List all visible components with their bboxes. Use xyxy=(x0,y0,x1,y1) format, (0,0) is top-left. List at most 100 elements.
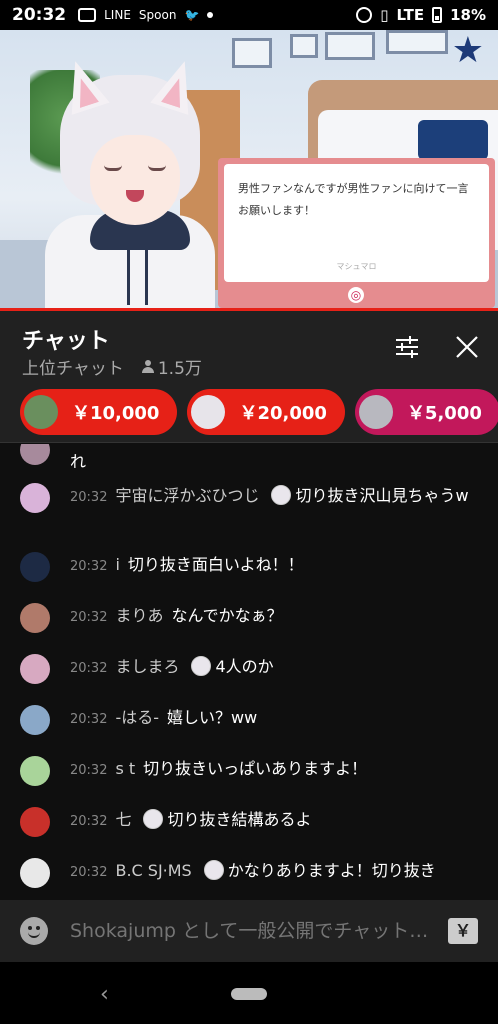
superchat-chip[interactable]: ￥5,000 xyxy=(354,388,498,435)
chat-title: チャット xyxy=(22,329,110,354)
superchat-amount: ￥5,000 xyxy=(406,402,482,424)
chat-input-bar: ￥ xyxy=(0,900,498,962)
avatar xyxy=(20,483,50,513)
chat-message: 20:32 s t 切り抜きいっぱいありますよ！ xyxy=(0,755,498,786)
notification-icons: LINE Spoon 🐦 xyxy=(78,8,214,22)
avatar xyxy=(20,654,50,684)
avatar xyxy=(20,858,50,888)
message-text: 切り抜き面白いよね！！ xyxy=(127,555,304,574)
message-text: れ xyxy=(70,452,87,471)
message-time: 20:32 xyxy=(70,712,108,727)
message-time: 20:32 xyxy=(70,814,108,829)
message-text: 切り抜き結構あるよ xyxy=(167,810,312,829)
vibrate-icon: ▯ xyxy=(380,6,389,24)
wall-window xyxy=(386,30,448,54)
close-chat-button[interactable] xyxy=(453,333,481,361)
avatar-face xyxy=(90,135,180,225)
message-author[interactable]: s t xyxy=(115,759,135,778)
chat-filter-button[interactable] xyxy=(393,333,421,361)
tune-icon xyxy=(396,336,418,358)
emote-icon xyxy=(203,860,224,880)
chat-message: 20:32 宇宙に浮かぶひつじ 切り抜き沢山見ちゃうw xyxy=(0,482,498,513)
message-time: 20:32 xyxy=(70,490,108,505)
message-time: 20:32 xyxy=(70,559,108,574)
line-icon: LINE xyxy=(104,8,131,22)
marshmallow-icon: ◎ xyxy=(346,285,366,305)
chat-message: れ xyxy=(0,444,498,476)
chat-message: 20:32 まりあ なんでかなぁ？ xyxy=(0,602,498,633)
superchat-chip[interactable]: ￥20,000 xyxy=(187,388,345,435)
message-author[interactable]: まりあ xyxy=(115,606,163,625)
avatar xyxy=(20,705,50,735)
star-icon: ★ xyxy=(451,30,484,71)
super-chat-button[interactable]: ￥ xyxy=(448,918,478,944)
status-time: 20:32 xyxy=(12,5,67,25)
superchat-avatar xyxy=(191,394,226,429)
chat-message-list[interactable]: れ 20:32 宇宙に浮かぶひつじ 切り抜き沢山見ちゃうw 20:32 i 切り抜き面白… xyxy=(0,444,498,900)
message-text: 4人のか xyxy=(215,657,274,676)
superchat-avatar xyxy=(358,394,393,429)
close-icon xyxy=(456,336,478,358)
message-text: かなりありますよ！切り抜き xyxy=(227,861,436,880)
chat-message: 20:32 -はる- 嬉しい？ww xyxy=(0,704,498,735)
wall-poster xyxy=(325,32,375,60)
marshmallow-card: 男性ファンなんですが男性ファンに向けて一言お願いします！ マシュマロ ◎ xyxy=(218,158,495,308)
emote-icon xyxy=(271,485,292,505)
status-right: ▯ LTE 18% xyxy=(356,6,486,24)
message-time: 20:32 xyxy=(70,610,108,625)
gallery-icon xyxy=(78,8,97,22)
superchat-ticker: ￥10,000 ￥20,000 ￥5,000 ゆ xyxy=(0,381,498,443)
emote-icon xyxy=(191,656,212,676)
status-bar: 20:32 LINE Spoon 🐦 ▯ LTE 18% xyxy=(0,0,498,30)
avatar xyxy=(20,603,50,633)
message-author[interactable]: 宇宙に浮かぶひつじ xyxy=(115,486,259,505)
alarm-icon xyxy=(356,7,373,23)
chat-message: 20:32 ましまろ 4人のか xyxy=(0,653,498,684)
message-text: なんでかなぁ？ xyxy=(171,606,283,625)
chat-message: 20:32 i 切り抜き面白いよね！！ xyxy=(0,551,498,582)
home-pill-icon[interactable] xyxy=(231,988,267,1000)
chat-header: チャット 上位チャット 1.5万 xyxy=(0,311,498,381)
vtuber-avatar xyxy=(45,65,215,310)
marshmallow-text: 男性ファンなんですが男性ファンに向けて一言お願いします！ xyxy=(238,182,469,217)
message-text: 切り抜き沢山見ちゃうw xyxy=(295,486,469,505)
message-time: 20:32 xyxy=(70,763,108,778)
back-icon[interactable]: ‹ xyxy=(100,982,109,1007)
message-author[interactable]: ましまろ xyxy=(115,657,179,676)
message-time: 20:32 xyxy=(70,661,108,676)
chat-mode-label[interactable]: 上位チャット xyxy=(22,354,124,379)
marshmallow-signature: マシュマロ xyxy=(336,262,377,271)
message-time: 20:32 xyxy=(70,865,108,880)
viewer-count: 1.5万 xyxy=(141,354,202,379)
message-author[interactable]: i xyxy=(115,555,119,574)
spoon-icon: Spoon xyxy=(138,8,177,22)
emote-icon xyxy=(143,809,164,829)
superchat-avatar xyxy=(24,394,58,429)
video-player[interactable]: ★ 男性ファンなんですが男性ファンに向けて一言お願いします！ マシュマロ ◎ xyxy=(0,30,498,310)
message-author[interactable]: B.C SJ·MS xyxy=(115,861,191,880)
emoji-icon[interactable] xyxy=(20,917,48,945)
message-text: 嬉しい？ww xyxy=(167,708,258,727)
viewer-count-label: 1.5万 xyxy=(157,359,202,379)
chat-input[interactable] xyxy=(70,920,448,942)
avatar xyxy=(20,756,50,786)
network-label: LTE xyxy=(396,6,425,24)
message-author[interactable]: 七 xyxy=(115,810,131,829)
battery-icon xyxy=(432,7,443,23)
message-text: 切り抜きいっぱいありますよ！ xyxy=(143,759,368,778)
avatar xyxy=(20,444,50,465)
avatar xyxy=(20,552,50,582)
battery-label: 18% xyxy=(450,6,486,24)
chat-message: 20:32 B.C SJ·MS かなりありますよ！切り抜き xyxy=(0,857,498,888)
message-author[interactable]: -はる- xyxy=(115,708,159,727)
avatar xyxy=(20,807,50,837)
twitter-icon: 🐦 xyxy=(184,8,200,22)
wall-poster xyxy=(290,34,318,58)
superchat-amount: ￥20,000 xyxy=(239,402,327,424)
more-dot-icon xyxy=(207,12,214,18)
chat-mode-selector[interactable]: 上位チャット 1.5万 xyxy=(22,354,202,379)
chat-message: 20:32 七 切り抜き結構あるよ xyxy=(0,806,498,837)
superchat-amount: ￥10,000 xyxy=(72,402,160,424)
person-icon xyxy=(141,359,154,374)
superchat-chip[interactable]: ￥10,000 xyxy=(20,388,178,435)
